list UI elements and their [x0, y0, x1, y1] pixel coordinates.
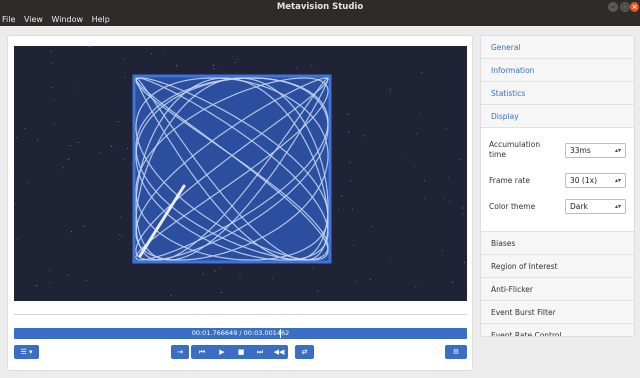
- export-icon: ⇥: [177, 348, 183, 356]
- list-icon: ☰ ▾: [20, 348, 33, 356]
- loop-button[interactable]: ⇄: [295, 345, 314, 359]
- section-general[interactable]: General: [481, 36, 634, 59]
- skip-back-icon[interactable]: ⏮: [195, 345, 209, 359]
- color-theme-value: Dark: [570, 202, 588, 211]
- menu-list-button[interactable]: ☰ ▾: [14, 345, 39, 359]
- timeline-cursor[interactable]: [280, 329, 281, 338]
- section-event-burst-filter[interactable]: Event Burst Filter: [481, 301, 634, 324]
- frame-rate-label: Frame rate: [489, 176, 530, 185]
- settings-sidebar: General Information Statistics Display A…: [480, 35, 635, 337]
- section-statistics[interactable]: Statistics: [481, 82, 634, 105]
- time-display: 00:01.766649 / 00:03.001462: [191, 329, 290, 337]
- settings-icon: ⚙: [452, 348, 460, 356]
- player-panel: 00:01.766649 / 00:03.001462 ☰ ▾ ⇥ ⏮ ▶ ■ …: [7, 35, 473, 371]
- menu-file[interactable]: File: [2, 15, 15, 24]
- window-title: Metavision Studio: [276, 2, 364, 12]
- play-icon[interactable]: ▶: [215, 345, 229, 359]
- event-video-view[interactable]: [14, 46, 467, 301]
- stop-icon[interactable]: ■: [234, 345, 248, 359]
- section-event-rate-control[interactable]: Event Rate Control: [481, 324, 634, 336]
- color-theme-select[interactable]: Dark ▴▾: [565, 199, 626, 214]
- select-arrows-icon: ▴▾: [614, 203, 621, 210]
- section-information[interactable]: Information: [481, 59, 634, 82]
- accumulation-time-label: Accumulation time: [489, 140, 541, 159]
- title-bar: Metavision Studio – □ ×: [0, 0, 640, 14]
- close-icon[interactable]: ×: [630, 2, 639, 12]
- menu-view[interactable]: View: [24, 15, 43, 24]
- rewind-button[interactable]: ◀◀: [270, 345, 288, 359]
- event-visualization: [14, 46, 466, 296]
- section-region-of-interest[interactable]: Region of Interest: [481, 255, 634, 278]
- accumulation-time-select[interactable]: 33ms ▴▾: [565, 143, 626, 158]
- display-settings: Accumulation time 33ms ▴▾ Frame rate 30 …: [481, 128, 634, 232]
- select-arrows-icon: ▴▾: [614, 177, 621, 184]
- color-theme-label: Color theme: [489, 202, 536, 211]
- section-display[interactable]: Display: [481, 105, 634, 128]
- frame-rate-select[interactable]: 30 (1x) ▴▾: [565, 173, 626, 188]
- select-arrows-icon: ▴▾: [614, 147, 621, 154]
- frame-rate-value: 30 (1x): [570, 176, 597, 185]
- minimize-icon[interactable]: –: [608, 2, 618, 12]
- loop-icon: ⇄: [301, 348, 308, 356]
- menu-window[interactable]: Window: [51, 15, 83, 24]
- export-button[interactable]: ⇥: [171, 345, 189, 359]
- settings-button[interactable]: ⚙: [445, 345, 467, 359]
- skip-forward-icon[interactable]: ⏭: [253, 345, 267, 359]
- event-square: [134, 76, 330, 262]
- section-anti-flicker[interactable]: Anti-Flicker: [481, 278, 634, 301]
- menu-help[interactable]: Help: [92, 15, 110, 24]
- menu-bar: File View Window Help: [0, 14, 640, 26]
- timeline-progress[interactable]: 00:01.766649 / 00:03.001462: [14, 328, 467, 339]
- divider: [14, 314, 467, 315]
- accumulation-time-value: 33ms: [570, 146, 591, 155]
- maximize-icon[interactable]: □: [620, 2, 630, 12]
- section-biases[interactable]: Biases: [481, 232, 634, 255]
- rewind-icon: ◀◀: [273, 348, 285, 356]
